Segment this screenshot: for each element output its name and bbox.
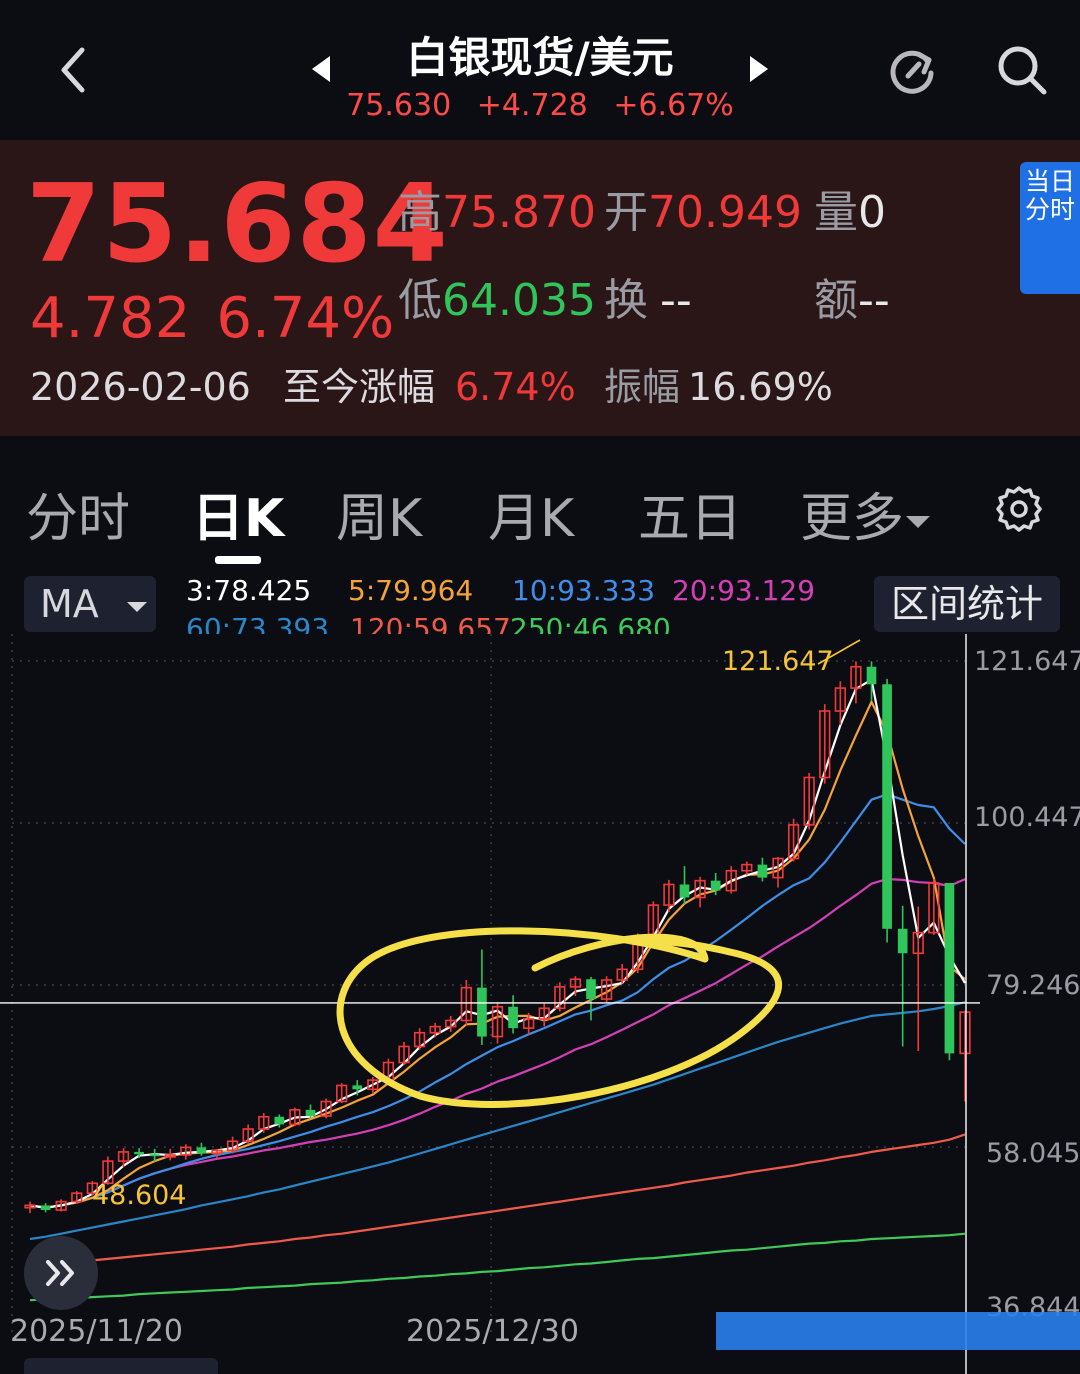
ma5-value: 5:79.964	[348, 574, 474, 607]
candle-body	[149, 1154, 160, 1157]
top-bar: 白银现货/美元 75.630 +4.728 +6.67%	[0, 0, 1080, 140]
x-tick-label: 2025/11/20	[10, 1314, 183, 1349]
open-stat: 开70.949	[604, 176, 802, 240]
y-tick-label: 79.246	[986, 970, 1080, 1001]
header-change: +4.728	[476, 88, 588, 123]
chevron-down-icon	[906, 516, 931, 528]
tab-more-label: 更多	[800, 489, 905, 549]
open-value: 70.949	[648, 187, 802, 238]
amplitude-label: 振幅	[604, 365, 681, 409]
header-last-price: 75.630	[346, 88, 452, 123]
chevron-down-icon	[126, 601, 147, 612]
high-label: 高	[398, 187, 442, 238]
turnover-stat: 换 --	[604, 264, 692, 328]
double-chevron-right-icon	[46, 1260, 74, 1286]
quote-date: 2026-02-06	[30, 365, 251, 409]
ytd-value: 6.74%	[454, 365, 576, 409]
volume-label: 量	[814, 187, 858, 238]
refresh-icon[interactable]	[884, 42, 940, 98]
indicator-selector[interactable]: MA	[24, 576, 156, 632]
indicator-selector-label: MA	[40, 582, 99, 626]
ma10-value: 10:93.333	[512, 574, 656, 607]
open-label: 开	[604, 187, 648, 238]
price-change-pct: 6.74%	[216, 286, 395, 351]
header-change-pct: +6.67%	[613, 88, 734, 123]
y-tick-label: 100.447	[974, 802, 1080, 833]
active-tab-indicator	[215, 556, 261, 564]
candle-body	[352, 1085, 363, 1090]
current-price: 75.684	[26, 162, 449, 287]
amount-stat: 额--	[814, 264, 890, 328]
low-stat: 低64.035	[398, 264, 596, 328]
tab-more[interactable]: 更多	[800, 476, 931, 551]
tab-five-day[interactable]: 五日	[638, 476, 742, 551]
min-price-label: 48.604	[92, 1180, 187, 1211]
candle-body	[679, 884, 690, 898]
blurred-overlay-bar	[716, 1312, 1080, 1350]
quote-date-row: 2026-02-06 至今涨幅 6.74%	[30, 356, 616, 411]
candle-body	[586, 979, 596, 1000]
candle-body	[477, 987, 487, 1037]
candle-body	[40, 1205, 51, 1210]
candle-body	[508, 1006, 518, 1029]
candle-body	[305, 1109, 316, 1117]
low-label: 低	[398, 275, 442, 326]
amount-value: --	[858, 275, 890, 326]
candle-body	[134, 1151, 144, 1155]
search-icon[interactable]	[994, 42, 1050, 98]
ma3-value: 3:78.425	[186, 574, 312, 607]
high-stat: 高75.870	[398, 176, 596, 240]
high-value: 75.870	[442, 187, 596, 238]
y-tick-label: 121.647	[974, 646, 1080, 677]
volume-stat: 量0	[814, 176, 886, 240]
tab-intraday[interactable]: 分时	[26, 476, 130, 551]
max-price-label: 121.647	[722, 646, 834, 677]
candle-body	[882, 684, 892, 929]
x-tick-label: 2025/12/30	[406, 1314, 579, 1349]
ytd-stat: 至今涨幅 6.74%	[283, 365, 596, 409]
range-statistics-button[interactable]: 区间统计	[874, 576, 1060, 632]
candle-body	[897, 928, 908, 954]
intraday-button[interactable]: 当日分时	[1020, 162, 1080, 294]
tab-weekly-k[interactable]: 周K	[336, 476, 422, 551]
candle-body	[710, 880, 721, 891]
expand-button[interactable]	[24, 1236, 98, 1310]
candle-body	[757, 864, 768, 878]
next-instrument-arrow-icon[interactable]	[750, 56, 768, 82]
amplitude-value: 16.69%	[688, 365, 833, 409]
low-value: 64.035	[442, 275, 596, 326]
price-change: 4.782	[30, 286, 191, 351]
candle-body	[196, 1147, 207, 1154]
k-line-chart[interactable]	[0, 634, 1080, 1374]
candle-body	[274, 1116, 285, 1125]
turnover-label: 换	[604, 275, 648, 326]
y-tick-label: 58.045	[986, 1138, 1080, 1169]
chart-background	[10, 634, 965, 1374]
period-tabs: 分时 日K 周K 月K 五日 更多	[0, 452, 1080, 560]
candle-body	[944, 882, 955, 1054]
amplitude-stat: 振幅 16.69%	[604, 356, 853, 411]
candle-body	[866, 666, 877, 685]
gear-icon[interactable]	[994, 484, 1044, 534]
turnover-value: --	[660, 275, 692, 326]
amount-label: 额	[814, 275, 858, 326]
bottom-indicator-tab[interactable]	[24, 1358, 218, 1374]
price-change-row: 4.782 6.74%	[30, 286, 420, 351]
volume-value: 0	[858, 187, 886, 238]
ytd-label: 至今涨幅	[282, 365, 435, 409]
tab-monthly-k[interactable]: 月K	[488, 476, 574, 551]
ma20-value: 20:93.129	[672, 574, 816, 607]
tab-daily-k[interactable]: 日K	[192, 476, 284, 551]
